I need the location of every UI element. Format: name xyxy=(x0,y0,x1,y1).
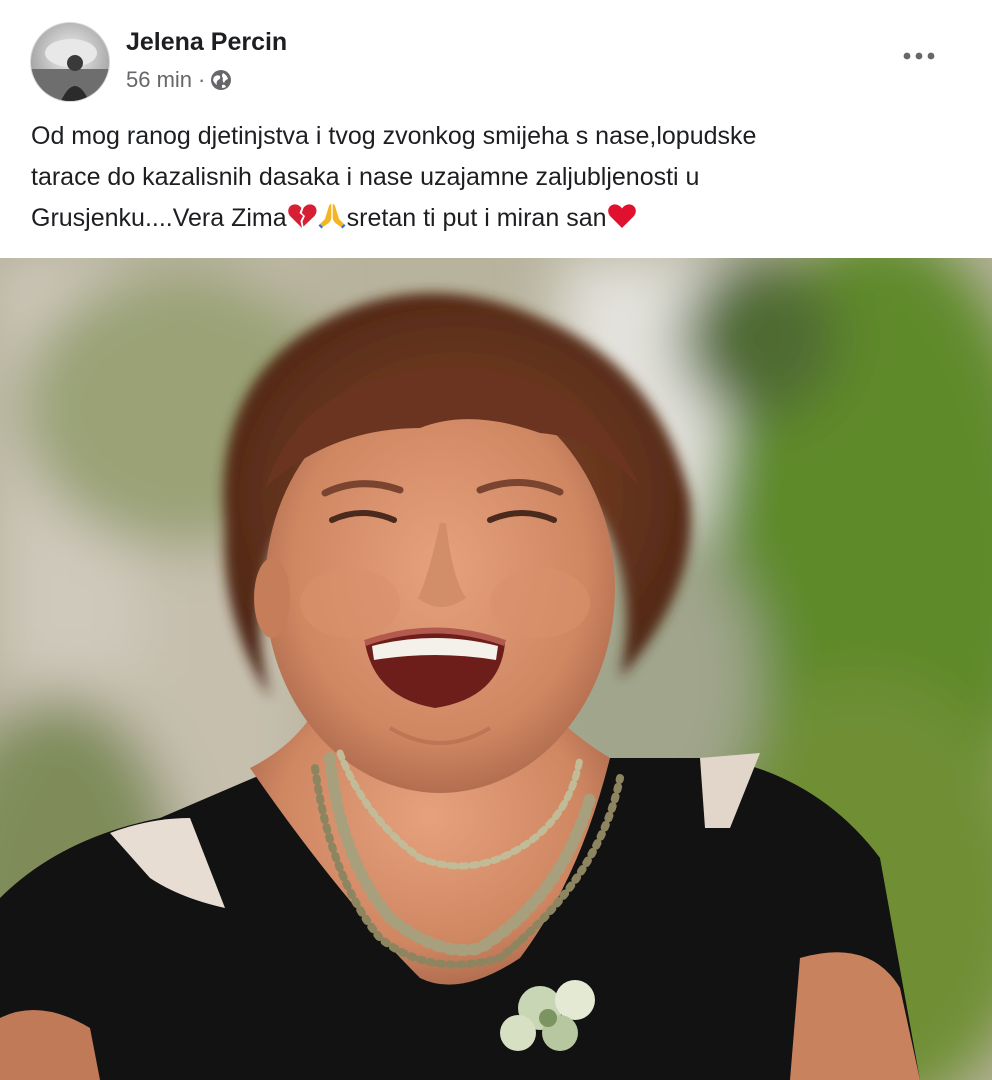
post-text-segment: Grusjenku....Vera Zima xyxy=(31,204,287,232)
author-name[interactable]: Jelena Percin xyxy=(126,27,287,57)
more-options-button[interactable] xyxy=(895,36,943,76)
author-avatar[interactable] xyxy=(30,22,110,102)
post-text-line: tarace do kazalisnih dasaka i nase uzaja… xyxy=(31,163,700,191)
post-photo[interactable] xyxy=(0,258,992,1080)
folded-hands-icon xyxy=(317,201,347,231)
broken-heart-icon xyxy=(287,201,317,231)
photo-image xyxy=(0,258,992,1080)
post-text-segment: sretan ti put i miran san xyxy=(346,204,607,232)
globe-icon[interactable] xyxy=(209,68,233,92)
red-heart-icon xyxy=(607,201,637,231)
post-text-line-last: Grusjenku....Vera Zima sretan ti put i mi… xyxy=(31,198,961,239)
post-header: Jelena Percin 56 min · xyxy=(0,0,992,115)
post-text: Od mog ranog djetinjstva i tvog zvonkog … xyxy=(31,116,961,239)
post-timestamp[interactable]: 56 min xyxy=(126,66,192,94)
post-meta: 56 min · xyxy=(126,66,233,94)
more-horizontal-icon xyxy=(903,52,935,60)
post-text-line: Od mog ranog djetinjstva i tvog zvonkog … xyxy=(31,122,757,150)
meta-separator: · xyxy=(198,67,206,92)
